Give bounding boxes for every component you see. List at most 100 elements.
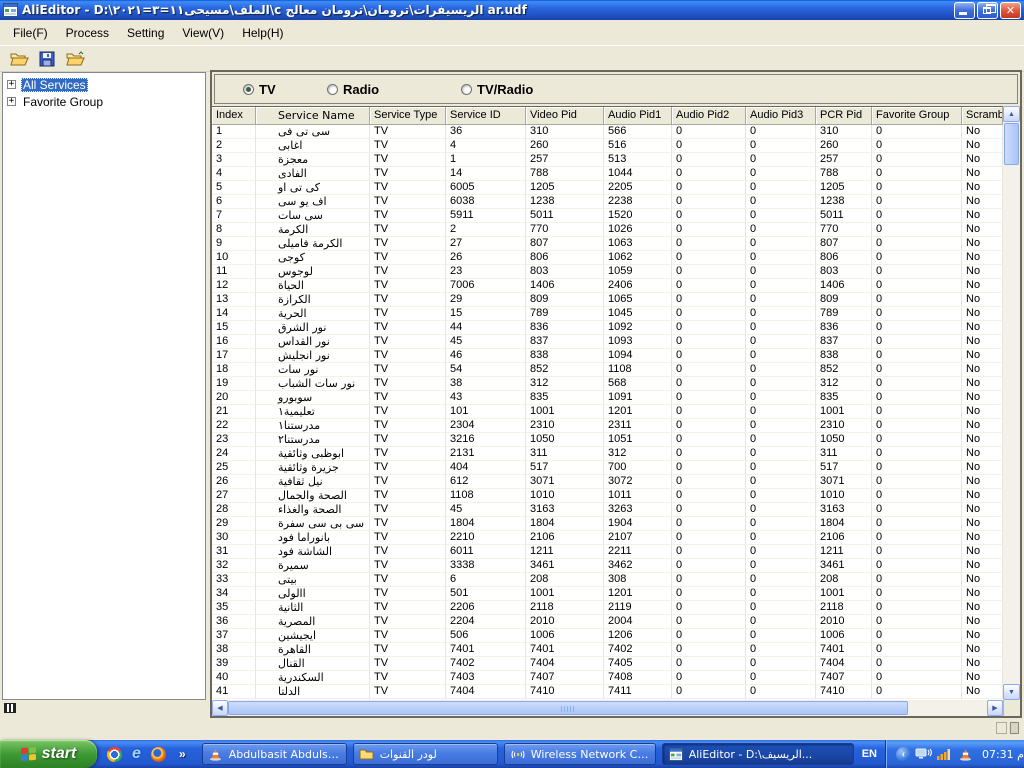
table-row[interactable]: 18نور ساتTV548521108008520No	[212, 363, 1003, 377]
horizontal-scrollbar[interactable]: ◀ ▶	[212, 700, 1020, 716]
menu-view[interactable]: View(V)	[173, 23, 233, 43]
vlc-cone-icon[interactable]	[957, 746, 974, 762]
open-file-2-button[interactable]	[64, 49, 86, 69]
table-row[interactable]: 14الحريةTV157891045007890No	[212, 307, 1003, 321]
chrome-icon[interactable]	[107, 747, 122, 762]
scroll-left-button[interactable]: ◀	[212, 700, 228, 716]
start-button[interactable]: start	[0, 740, 97, 768]
column-header-scrambled[interactable]: Scrambled	[962, 107, 1003, 125]
table-row[interactable]: 5كى تى اوTV6005120522050012050No	[212, 181, 1003, 195]
table-row[interactable]: 17نور انجليشTV468381094008380No	[212, 349, 1003, 363]
statusbar-widget-small	[1010, 722, 1019, 734]
firefox-icon[interactable]	[151, 747, 166, 762]
table-row[interactable]: 21تعليمية١TV101100112010010010No	[212, 405, 1003, 419]
vertical-scroll-thumb[interactable]	[1004, 123, 1019, 165]
table-row[interactable]: 37ايجيشينTV506100612060010060No	[212, 629, 1003, 643]
menu-file[interactable]: File(F)	[4, 23, 57, 43]
menu-setting[interactable]: Setting	[118, 23, 173, 43]
save-file-button[interactable]	[36, 49, 58, 69]
table-row[interactable]: 28الصحة والغذاءTV45316332630031630No	[212, 503, 1003, 517]
column-header-video-pid[interactable]: Video Pid	[526, 107, 604, 125]
table-row[interactable]: 19نور سات الشبابTV38312568003120No	[212, 377, 1003, 391]
table-row[interactable]: 39القنالTV7402740474050074040No	[212, 657, 1003, 671]
cell: 0	[672, 167, 746, 181]
menu-help[interactable]: Help(H)	[233, 23, 292, 43]
column-header-pcr-pid[interactable]: PCR Pid	[816, 107, 872, 125]
table-row[interactable]: 7سى ساتTV5911501115200050110No	[212, 209, 1003, 223]
tree-label[interactable]: Favorite Group	[21, 95, 105, 109]
menu-process[interactable]: Process	[57, 23, 118, 43]
table-row[interactable]: 23مدرستنا٢TV3216105010510010500No	[212, 433, 1003, 447]
table-row[interactable]: 25جزيرة وثائقيةTV404517700005170No	[212, 461, 1003, 475]
cell: 0	[872, 419, 962, 433]
table-row[interactable]: 33بيتىTV6208308002080No	[212, 573, 1003, 587]
table-row[interactable]: 8الكرمةTV27701026007700No	[212, 223, 1003, 237]
table-row[interactable]: 1سى تى فىTV36310566003100No	[212, 125, 1003, 139]
table-row[interactable]: 41الدلتاTV7404741074110074100No	[212, 685, 1003, 699]
hide-icons-chevron[interactable]: ‹	[896, 747, 911, 762]
open-file-button[interactable]	[8, 49, 30, 69]
table-row[interactable]: 29سى بى سى سفرةTV1804180419040018040No	[212, 517, 1003, 531]
expand-plus-icon[interactable]: +	[7, 97, 16, 106]
table-row[interactable]: 24ابوظبى وثائقيةTV2131311312003110No	[212, 447, 1003, 461]
table-row[interactable]: 35الثانيةTV2206211821190021180No	[212, 601, 1003, 615]
table-row[interactable]: 6اف يو سىTV6038123822380012380No	[212, 195, 1003, 209]
table-row[interactable]: 31الشاشة فودTV6011121122110012110No	[212, 545, 1003, 559]
column-header-audio-pid1[interactable]: Audio Pid1	[604, 107, 672, 125]
table-row[interactable]: 9الكرمة فاميلىTV278071063008070No	[212, 237, 1003, 251]
column-header-service-id[interactable]: Service ID	[446, 107, 526, 125]
table-row[interactable]: 3معجزةTV1257513002570No	[212, 153, 1003, 167]
scroll-down-button[interactable]: ▼	[1003, 684, 1020, 700]
horizontal-scroll-thumb[interactable]	[228, 701, 908, 715]
tray-clock[interactable]: 07:31 م	[978, 748, 1024, 761]
internet-explorer-icon[interactable]: e	[129, 747, 144, 762]
quick-launch-overflow-chevron[interactable]: »	[179, 747, 186, 761]
radio-radio[interactable]: Radio	[327, 82, 379, 97]
restore-button[interactable]	[977, 2, 998, 19]
table-row[interactable]: 12الحياةTV7006140624060014060No	[212, 279, 1003, 293]
table-row[interactable]: 40السكندريةTV7403740774080074070No	[212, 671, 1003, 685]
radio-tv-radio[interactable]: TV/Radio	[461, 82, 533, 97]
table-row[interactable]: 32سميرةTV3338346134620034610No	[212, 559, 1003, 573]
table-row[interactable]: 38القاهرةTV7401740174020074010No	[212, 643, 1003, 657]
taskbar-task-vlc[interactable]: Abdulbasit Abdulsam...	[202, 743, 347, 765]
vertical-scrollbar[interactable]: ▲ ▼	[1003, 106, 1020, 700]
cell: 0	[672, 643, 746, 657]
table-row[interactable]: 11لوجوسTV238031059008030No	[212, 265, 1003, 279]
table-row[interactable]: 4الفادىTV147881044007880No	[212, 167, 1003, 181]
table-row[interactable]: 15نور الشرقTV448361092008360No	[212, 321, 1003, 335]
table-row[interactable]: 26نيل ثقافيةTV612307130720030710No	[212, 475, 1003, 489]
tree-item-favorite-group[interactable]: + Favorite Group	[7, 93, 205, 110]
tree-label[interactable]: All Services	[21, 78, 88, 92]
column-header-audio-pid2[interactable]: Audio Pid2	[672, 107, 746, 125]
expand-plus-icon[interactable]: +	[7, 80, 16, 89]
taskbar-task-wireless[interactable]: Wireless Network Co...	[504, 743, 656, 765]
minimize-button[interactable]	[954, 2, 975, 19]
column-header-service-type[interactable]: Service Type	[370, 107, 446, 125]
column-header-index[interactable]: Index	[212, 107, 256, 125]
column-header-audio-pid3[interactable]: Audio Pid3	[746, 107, 816, 125]
table-row[interactable]: 36المصريةTV2204201020040020100No	[212, 615, 1003, 629]
radio-tv[interactable]: TV	[243, 82, 276, 97]
column-header-service-name[interactable]: Service Name	[256, 107, 370, 125]
table-row[interactable]: 34االولىTV501100112010010010No	[212, 587, 1003, 601]
table-row[interactable]: 16نور القداسTV458371093008370No	[212, 335, 1003, 349]
taskbar-task-folder[interactable]: لودر القنوات	[353, 743, 498, 765]
column-header-favorite-group[interactable]: Favorite Group	[872, 107, 962, 125]
table-row[interactable]: 2اغابىTV4260516002600No	[212, 139, 1003, 153]
scroll-up-button[interactable]: ▲	[1003, 106, 1020, 122]
signal-bars-icon[interactable]	[936, 746, 953, 762]
close-button[interactable]: ✕	[1000, 2, 1021, 19]
language-indicator[interactable]: EN	[854, 748, 885, 760]
table-row[interactable]: 30بانوراما فودTV2210210621070021060No	[212, 531, 1003, 545]
table-row[interactable]: 22مدرستنا١TV2304231023110023100No	[212, 419, 1003, 433]
table-row[interactable]: 20سوبوروTV438351091008350No	[212, 391, 1003, 405]
scroll-right-button[interactable]: ▶	[987, 700, 1003, 716]
taskbar-task-alieditor[interactable]: AliEditor - D:\الريسيف...	[662, 743, 854, 765]
cell: 835	[526, 391, 604, 405]
tree-item-all-services[interactable]: + All Services	[7, 76, 205, 93]
table-row[interactable]: 27الصحة والجمالTV1108101010110010100No	[212, 489, 1003, 503]
table-row[interactable]: 13الكرازةTV298091065008090No	[212, 293, 1003, 307]
network-monitor-icon[interactable]	[915, 746, 932, 762]
table-row[interactable]: 10كوجىTV268061062008060No	[212, 251, 1003, 265]
